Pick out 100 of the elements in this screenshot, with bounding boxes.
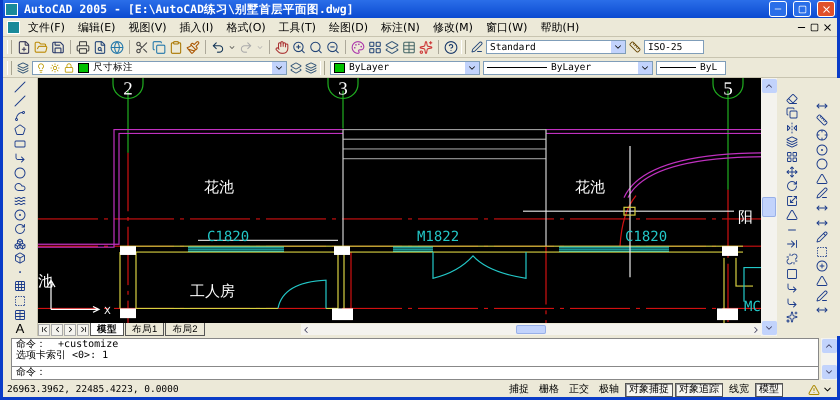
lightbulb-icon[interactable] (36, 62, 46, 72)
menu-item[interactable]: 窗口(W) (480, 20, 532, 34)
status-toggle[interactable]: 模型 (755, 382, 783, 396)
command-scrollbar[interactable] (821, 338, 837, 380)
minimize-button[interactable] (769, 1, 787, 17)
break-icon[interactable] (786, 253, 798, 266)
globe-icon[interactable] (110, 38, 124, 56)
explode-icon[interactable] (786, 311, 798, 324)
menu-item[interactable]: 绘图(D) (324, 20, 374, 34)
color-dropdown[interactable]: ByLayer (330, 60, 480, 74)
center-mark-icon[interactable] (816, 260, 828, 272)
make-block-icon[interactable] (14, 252, 26, 264)
lineweight-dropdown[interactable]: ByL (656, 60, 726, 74)
status-toggle[interactable]: 对象追踪 (675, 382, 723, 396)
dropdown-arrow-button[interactable] (272, 62, 286, 74)
restore-icon[interactable] (810, 22, 819, 32)
dimension-style-dropdown[interactable]: ISO-25 (644, 40, 704, 54)
rectangle-icon[interactable] (14, 138, 26, 150)
text-tool-button[interactable]: A (9, 322, 31, 336)
dimension-style-icon[interactable] (629, 41, 641, 53)
maximize-button[interactable] (793, 1, 811, 17)
close-icon[interactable] (822, 22, 833, 32)
line-icon[interactable] (14, 81, 26, 94)
zoom-window-icon[interactable] (309, 38, 323, 56)
help-icon[interactable] (444, 38, 458, 56)
horizontal-scrollbar[interactable] (301, 324, 761, 335)
zoom-in-icon[interactable] (292, 38, 306, 56)
menu-item[interactable]: 帮助(H) (535, 20, 584, 34)
scroll-up-button[interactable] (762, 79, 776, 93)
linetype-dropdown[interactable]: ByLayer (483, 60, 653, 74)
last-tab-button[interactable] (77, 324, 89, 336)
array-icon[interactable] (786, 150, 798, 163)
layer-dropdown[interactable]: 尺寸标注 (32, 60, 287, 74)
scale-icon[interactable] (786, 194, 798, 207)
vertical-scrollbar[interactable] (761, 78, 777, 336)
scroll-thumb[interactable] (762, 197, 776, 217)
layers-icon[interactable] (17, 62, 29, 74)
scroll-down-button[interactable] (822, 365, 836, 379)
preview-icon[interactable] (93, 38, 107, 56)
first-tab-button[interactable] (38, 324, 50, 336)
sheet-icon[interactable] (402, 38, 416, 56)
move-icon[interactable] (786, 166, 798, 178)
printer-icon[interactable] (76, 38, 90, 56)
text-style-icon[interactable] (471, 41, 483, 53)
dropdown-arrow-button[interactable] (465, 62, 479, 74)
paste-icon[interactable] (169, 38, 183, 56)
circle-icon[interactable] (14, 166, 26, 179)
eraser-icon[interactable] (786, 92, 798, 105)
status-toggle[interactable]: 对象捕捉 (625, 382, 673, 396)
extend-icon[interactable] (786, 238, 798, 250)
mirror-icon[interactable] (786, 122, 798, 134)
polyline-icon[interactable] (14, 110, 26, 122)
polygon-icon[interactable] (14, 124, 26, 136)
markup-icon[interactable] (419, 38, 433, 56)
dropdown-arrow-button[interactable] (611, 41, 625, 53)
table-icon[interactable] (14, 308, 26, 321)
scroll-up-button[interactable] (822, 339, 836, 353)
menu-item[interactable]: 工具(T) (274, 20, 321, 34)
aligned-dimension-icon[interactable] (816, 114, 828, 126)
cloud-icon[interactable] (14, 180, 26, 193)
zoom-out-icon[interactable] (326, 38, 340, 56)
text-style-dropdown[interactable]: Standard (486, 40, 626, 54)
menu-item[interactable]: 视图(V) (123, 20, 172, 34)
save-icon[interactable] (51, 38, 65, 56)
ellipse-icon[interactable] (14, 209, 26, 222)
command-input-field[interactable]: 命令： (12, 366, 818, 379)
layout-tab[interactable]: 模型 (90, 323, 124, 336)
copy-icon[interactable] (786, 107, 798, 120)
rotate-icon[interactable] (786, 180, 798, 192)
construction-line-icon[interactable] (14, 95, 26, 108)
menu-item[interactable]: 标注(N) (376, 20, 425, 34)
dropdown-arrow-button[interactable] (638, 62, 652, 74)
menu-item[interactable]: 编辑(E) (72, 20, 120, 34)
hatch-icon[interactable] (14, 280, 26, 292)
brush-icon[interactable] (186, 38, 200, 56)
pan-icon[interactable] (275, 38, 289, 56)
arc-icon[interactable] (14, 152, 26, 164)
layout-tab[interactable]: 布局1 (125, 323, 164, 336)
layer-previous-icon[interactable] (305, 62, 317, 74)
diameter-dimension-icon[interactable] (816, 158, 828, 170)
menu-item[interactable]: 插入(I) (174, 20, 218, 34)
lock-icon[interactable] (64, 62, 74, 72)
sun-icon[interactable] (50, 62, 60, 72)
next-tab-button[interactable] (64, 324, 76, 336)
ellipse-arc-icon[interactable] (14, 223, 26, 236)
scroll-thumb[interactable] (516, 325, 546, 334)
scroll-down-button[interactable] (762, 321, 776, 335)
layout-tab[interactable]: 布局2 (165, 323, 205, 336)
menu-item[interactable]: 文件(F) (23, 20, 70, 34)
previous-tab-button[interactable] (51, 324, 63, 336)
copy-icon[interactable] (152, 38, 166, 56)
menu-item[interactable]: 格式(O) (221, 20, 271, 34)
fillet-icon[interactable] (786, 296, 798, 309)
chamfer-icon[interactable] (786, 282, 798, 294)
new-file-icon[interactable] (17, 38, 31, 56)
spline-icon[interactable] (14, 194, 26, 207)
radius-dimension-icon[interactable] (816, 144, 828, 156)
insert-block-icon[interactable] (14, 238, 26, 250)
menu-item[interactable]: 修改(M) (428, 20, 478, 34)
close-button[interactable] (817, 1, 835, 17)
